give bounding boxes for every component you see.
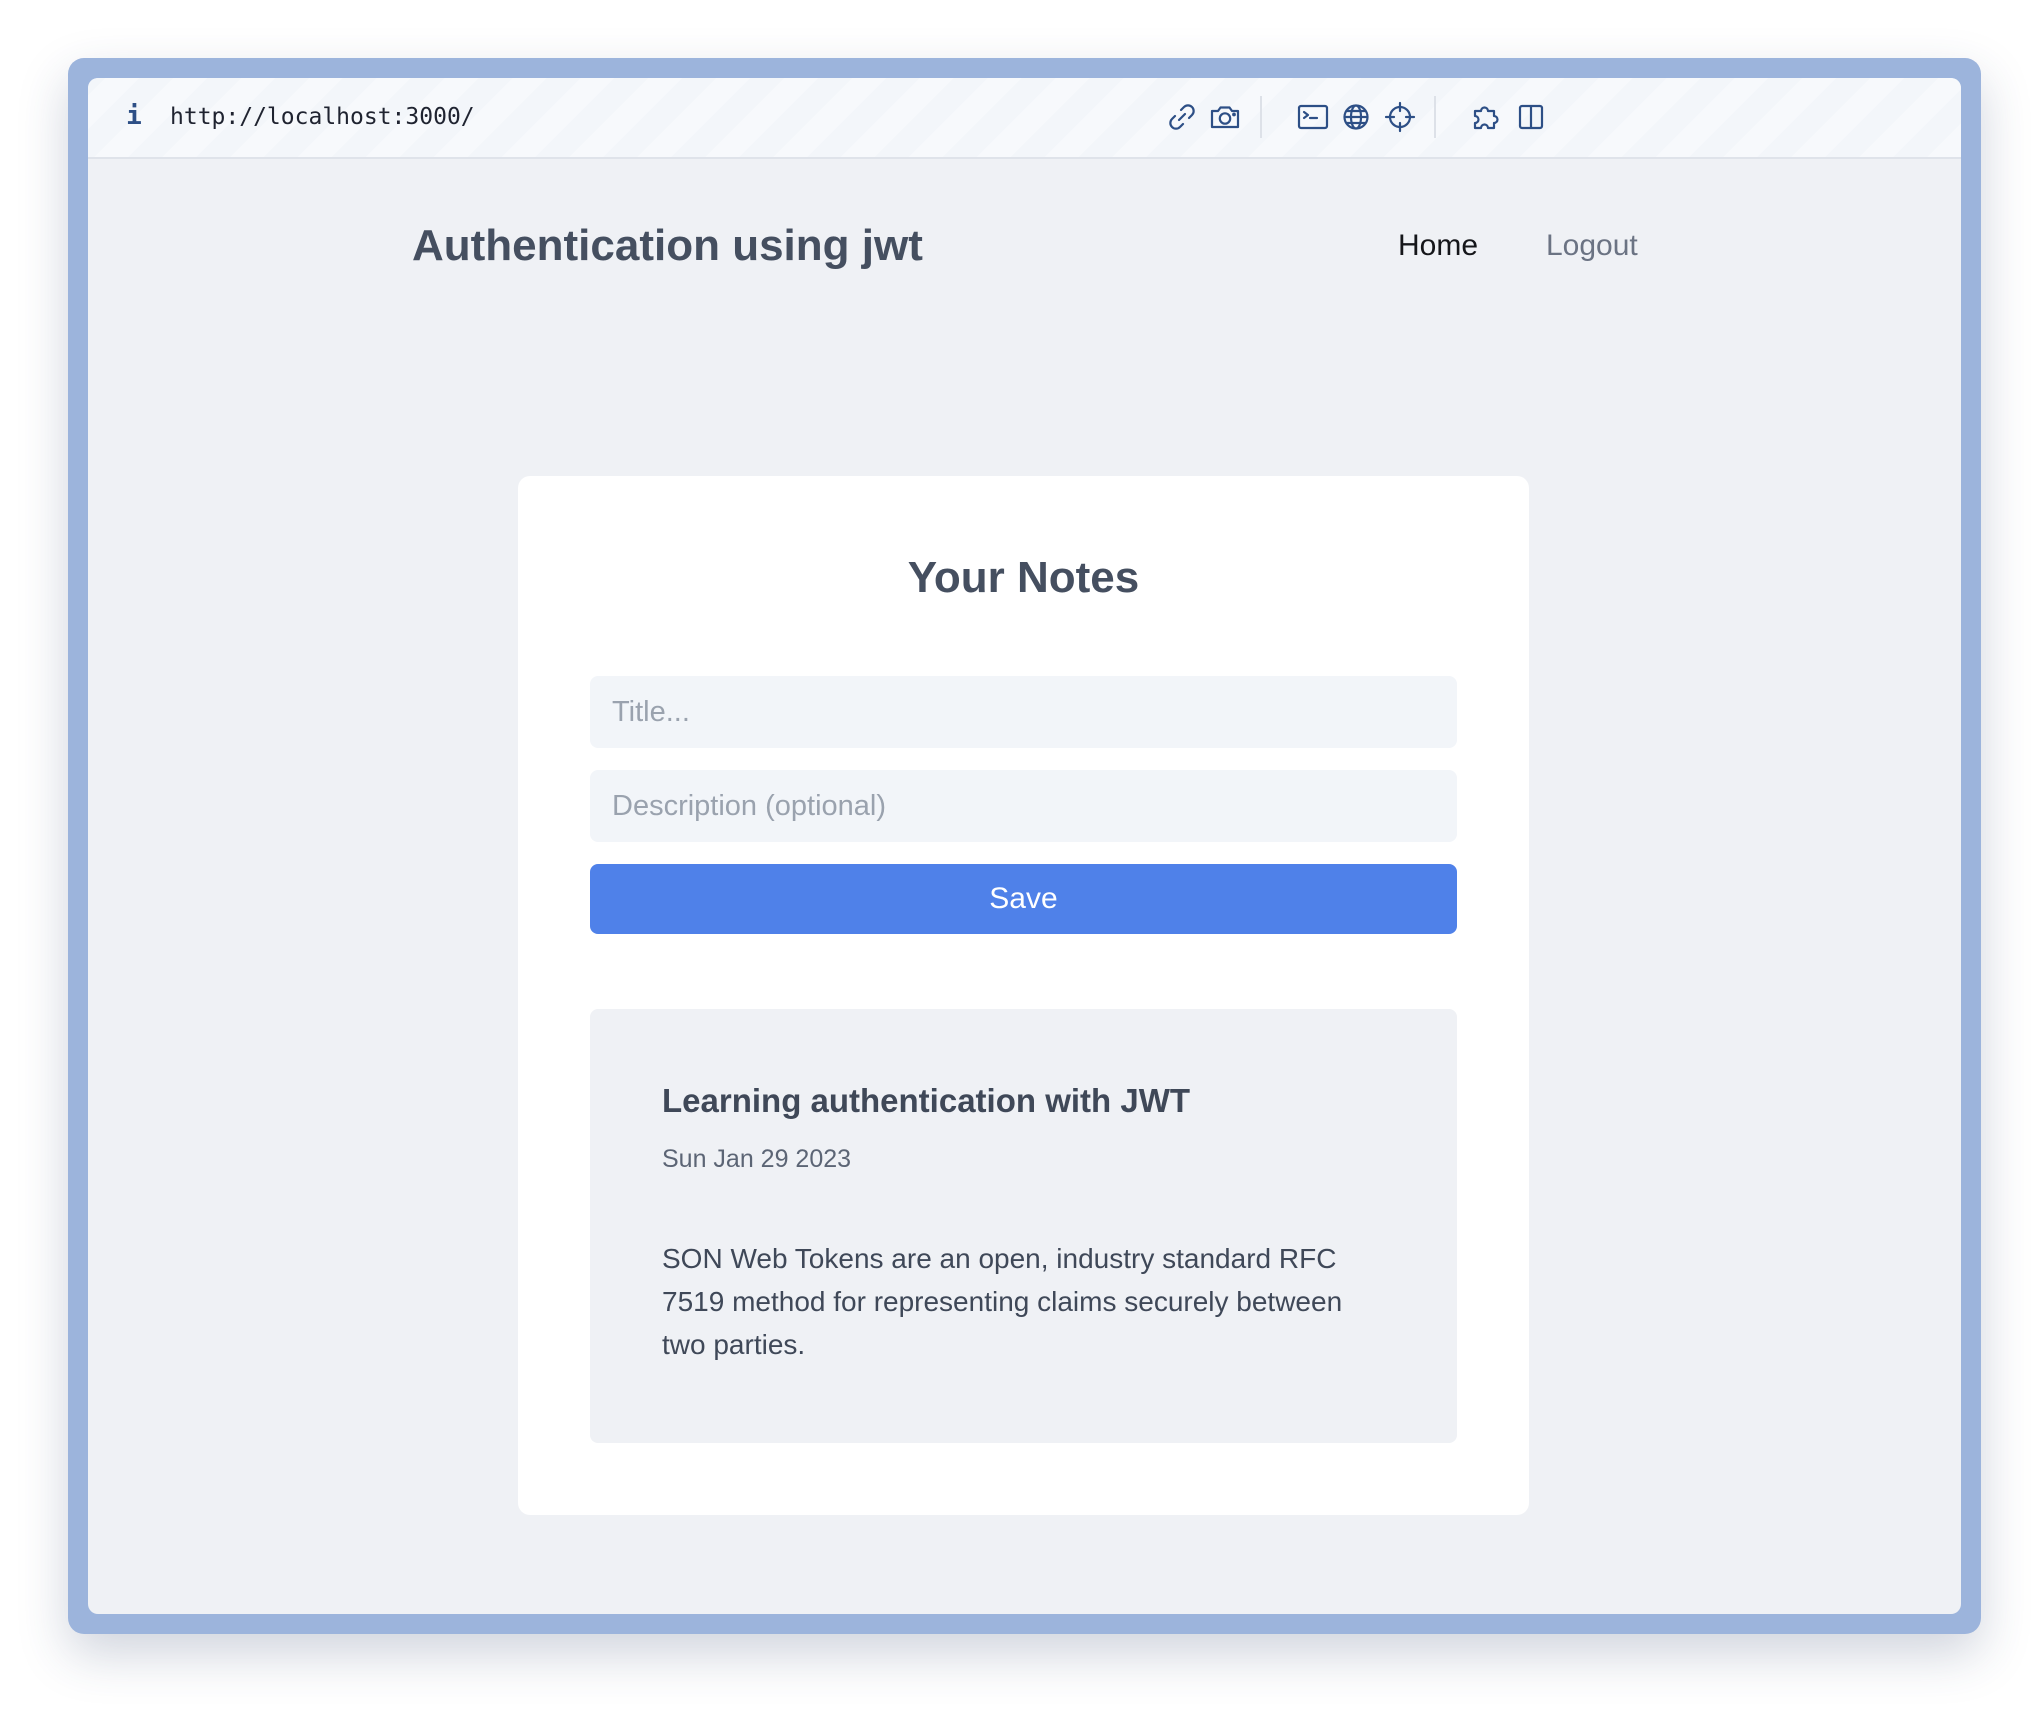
browser-window: i http://localhost:3000/ Authentication …: [88, 78, 1961, 1614]
browser-frame: i http://localhost:3000/ Authentication …: [68, 58, 1981, 1634]
puzzle-icon[interactable]: [1468, 97, 1508, 137]
toolbar-divider: [1260, 96, 1262, 138]
camera-icon[interactable]: [1205, 97, 1245, 137]
terminal-icon[interactable]: [1293, 97, 1333, 137]
crosshair-icon[interactable]: [1380, 97, 1420, 137]
note-description-input[interactable]: [590, 770, 1457, 842]
app-title: Authentication using jwt: [412, 221, 923, 270]
note-body: SON Web Tokens are an open, industry sta…: [662, 1243, 1343, 1360]
toolbar-divider: [1434, 96, 1436, 138]
notes-heading: Your Notes: [907, 553, 1140, 602]
url-bar[interactable]: http://localhost:3000/: [170, 100, 475, 134]
note-item[interactable]: Learning authentication with JWT Sun Jan…: [590, 1009, 1457, 1443]
split-view-icon[interactable]: [1511, 97, 1551, 137]
nav-link-home[interactable]: Home: [1398, 224, 1478, 268]
save-button[interactable]: Save: [590, 864, 1457, 934]
notes-card: Your Notes Save Learning authentication …: [518, 476, 1529, 1515]
link-icon[interactable]: [1162, 97, 1202, 137]
browser-toolbar: i http://localhost:3000/: [88, 78, 1961, 159]
globe-icon[interactable]: [1336, 97, 1376, 137]
note-title-input[interactable]: [590, 676, 1457, 748]
note-title: Learning authentication with JWT: [662, 1082, 1190, 1119]
nav-link-logout[interactable]: Logout: [1546, 224, 1638, 268]
note-date: Sun Jan 29 2023: [662, 1145, 852, 1173]
info-icon[interactable]: i: [124, 100, 144, 132]
